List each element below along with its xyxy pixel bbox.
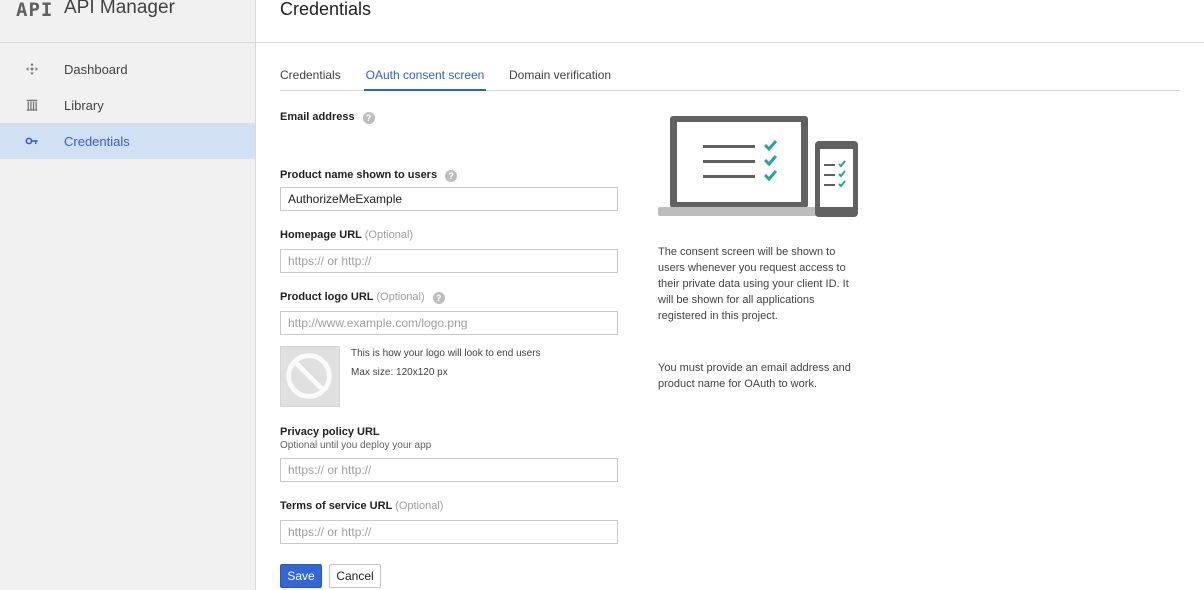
sidebar-item-label: Dashboard xyxy=(64,61,128,77)
sidebar-nav: Dashboard Library Credentials xyxy=(0,51,255,159)
sidebar-item-dashboard[interactable]: Dashboard xyxy=(0,51,255,87)
sidebar-item-library[interactable]: Library xyxy=(0,87,255,123)
product-logo-url-label-text: Product logo URL xyxy=(280,291,374,303)
logo-preview xyxy=(280,346,340,407)
page-title: Credentials xyxy=(280,0,372,19)
dashboard-icon xyxy=(25,62,39,76)
privacy-policy-subtext: Optional until you deploy your app xyxy=(280,440,432,451)
homepage-url-label-text: Homepage URL xyxy=(280,229,362,241)
save-button[interactable]: Save xyxy=(280,564,322,588)
sidebar-item-credentials[interactable]: Credentials xyxy=(0,123,255,159)
help-icon[interactable]: ? xyxy=(445,170,458,182)
product-name-label-text: Product name shown to users xyxy=(280,169,438,181)
sidebar: API API Manager Dashboard Library Creden… xyxy=(0,0,256,590)
help-icon[interactable]: ? xyxy=(362,112,375,124)
consent-screen-illustration xyxy=(658,116,858,217)
privacy-policy-url-field[interactable] xyxy=(280,458,618,482)
tab-bar: Credentials OAuth consent screen Domain … xyxy=(280,64,1180,91)
api-logo: API xyxy=(16,0,54,21)
email-address-label: Email address? xyxy=(280,111,375,124)
privacy-policy-url-label: Privacy policy URL xyxy=(280,426,380,438)
optional-tag: (Optional) xyxy=(376,291,425,303)
page-header: Credentials xyxy=(256,0,1204,43)
email-address-label-text: Email address xyxy=(280,111,355,123)
tab-domain-verification[interactable]: Domain verification xyxy=(509,64,611,91)
cancel-button[interactable]: Cancel xyxy=(329,564,381,588)
product-logo-url-field[interactable] xyxy=(280,311,618,335)
product-logo-url-label: Product logo URL (Optional)? xyxy=(280,291,445,304)
homepage-url-field[interactable] xyxy=(280,249,618,273)
help-icon[interactable]: ? xyxy=(432,292,445,304)
optional-tag: (Optional) xyxy=(395,500,444,512)
sidebar-item-label: Credentials xyxy=(64,133,130,149)
terms-of-service-url-label-text: Terms of service URL xyxy=(280,500,393,512)
tab-credentials[interactable]: Credentials xyxy=(280,64,341,91)
sidebar-item-label: Library xyxy=(64,97,104,113)
no-logo-icon xyxy=(286,353,332,399)
app-title: API Manager xyxy=(64,0,175,18)
library-icon xyxy=(26,99,38,111)
consent-info-paragraph: The consent screen will be shown to user… xyxy=(658,246,849,322)
product-name-label: Product name shown to users? xyxy=(280,169,458,182)
logo-preview-note: This is how your logo will look to end u… xyxy=(351,348,541,359)
brand-bar: API API Manager xyxy=(0,0,255,43)
product-name-field[interactable] xyxy=(280,187,618,211)
homepage-url-label: Homepage URL (Optional) xyxy=(280,229,413,241)
optional-tag: (Optional) xyxy=(364,229,414,241)
terms-of-service-url-label: Terms of service URL (Optional) xyxy=(280,500,443,512)
logo-max-size: Max size: 120x120 px xyxy=(351,367,448,378)
consent-requirement-paragraph: You must provide an email address and pr… xyxy=(658,362,851,390)
key-icon xyxy=(25,137,38,145)
terms-of-service-url-field[interactable] xyxy=(280,520,618,544)
tab-oauth-consent-screen[interactable]: OAuth consent screen xyxy=(364,64,486,91)
